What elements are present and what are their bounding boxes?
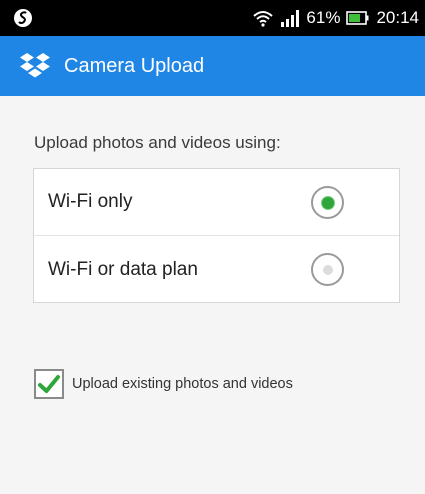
- radio-button-unselected[interactable]: [311, 253, 344, 286]
- app-bar: Camera Upload: [0, 36, 425, 96]
- option-wifi-only[interactable]: Wi-Fi only: [34, 169, 399, 236]
- checkmark-icon: [38, 375, 60, 393]
- checkbox[interactable]: [34, 369, 64, 399]
- option-label: Wi-Fi only: [48, 191, 133, 212]
- wifi-icon: [253, 11, 274, 27]
- clock: 20:14: [376, 8, 419, 27]
- checkbox-label: Upload existing photos and videos: [72, 376, 293, 392]
- page-title: Camera Upload: [64, 54, 205, 77]
- radio-dot: [322, 264, 333, 275]
- upload-network-options: Wi-Fi only Wi-Fi or data plan: [33, 168, 400, 303]
- radio-button-selected[interactable]: [311, 186, 344, 219]
- battery-icon: [346, 11, 369, 25]
- section-label: Upload photos and videos using:: [34, 133, 281, 152]
- signal-icon: [281, 10, 300, 27]
- settings-content: Upload photos and videos using: Wi-Fi on…: [0, 96, 425, 494]
- dropbox-icon[interactable]: [18, 51, 52, 81]
- battery-percent: 61%: [306, 8, 341, 27]
- option-label: Wi-Fi or data plan: [48, 258, 198, 280]
- status-right-cluster: 61% 20:14: [252, 0, 419, 36]
- upload-existing-checkbox-row[interactable]: Upload existing photos and videos: [34, 368, 293, 400]
- app-notification-icon: [14, 9, 32, 27]
- status-bar: 61% 20:14: [0, 0, 425, 36]
- radio-dot: [321, 196, 334, 209]
- option-wifi-or-data[interactable]: Wi-Fi or data plan: [34, 236, 399, 303]
